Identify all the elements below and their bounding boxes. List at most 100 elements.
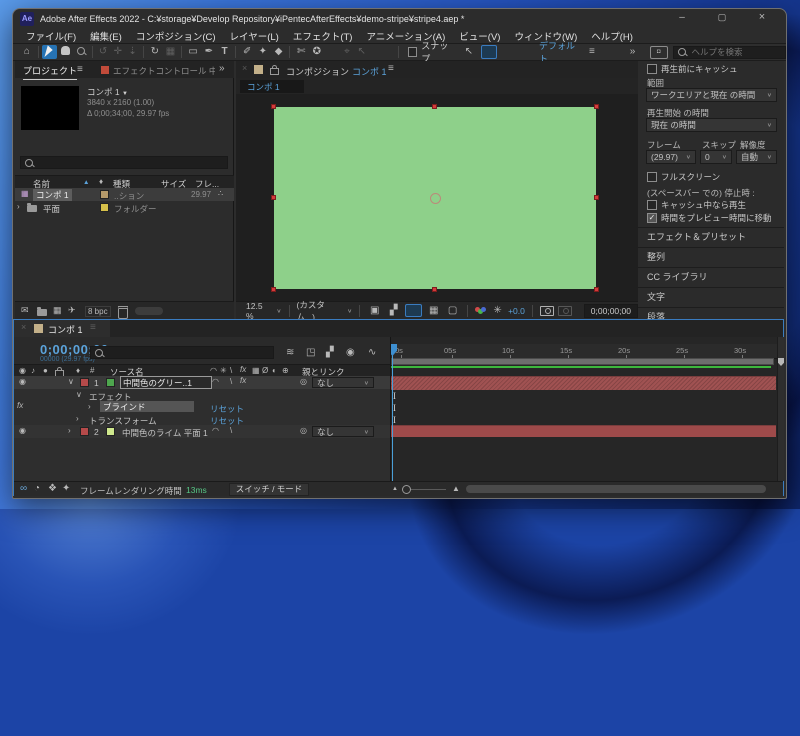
tab-close-icon[interactable]: ×	[21, 323, 26, 332]
cache-status-icon[interactable]: ◔	[34, 484, 40, 494]
transform-handle-mid-left[interactable]	[271, 195, 276, 200]
layer-name-editing[interactable]: 中間色のグリー..1	[120, 376, 212, 389]
motion-blur-icon[interactable]: ◉	[346, 348, 355, 358]
fullscreen-checkbox[interactable]	[647, 172, 657, 182]
solid-color-swatch[interactable]	[106, 427, 115, 436]
layer-name[interactable]: 中間色のライム 平面 1	[122, 427, 208, 439]
panel-cc-libraries[interactable]: CC ライブラリ	[638, 267, 784, 285]
3d-switch-icon[interactable]: ⊕	[282, 367, 289, 375]
project-row-comp[interactable]: ▦ コンポ 1 ..ション 29.97 ∴	[15, 188, 234, 201]
expand-icon[interactable]: ›	[17, 203, 20, 211]
maximize-button[interactable]: ▢	[708, 13, 736, 22]
effect-name-selected[interactable]: ブラインド	[100, 401, 194, 412]
cache-before-play-row[interactable]: 再生前にキャッシュ	[647, 63, 738, 75]
orbit-camera-tool[interactable]: ↺	[96, 47, 111, 57]
frame-rate-dropdown[interactable]: (29.97) ∨	[646, 150, 696, 164]
horizontal-scrollbar[interactable]	[466, 485, 766, 493]
video-column-icon[interactable]: ◉	[19, 367, 26, 375]
fullscreen-row[interactable]: フルスクリーン	[647, 171, 720, 183]
tab-effect-controls[interactable]: エフェクトコントロール 中間色...	[113, 65, 215, 77]
draft-3d-icon[interactable]: ◳	[306, 348, 315, 358]
type-tool[interactable]: T	[217, 47, 233, 57]
new-folder-icon[interactable]	[37, 307, 47, 316]
brush-tool[interactable]: ✐	[239, 47, 255, 57]
label-column-icon[interactable]: ♦	[76, 367, 80, 375]
tab-project[interactable]: プロジェクト	[23, 64, 78, 80]
expand-icon[interactable]: ›	[88, 403, 91, 411]
play-from-dropdown[interactable]: 現在 の時間 ∨	[646, 118, 777, 132]
collapse-switch-icon[interactable]: ✳	[220, 367, 227, 375]
menu-view[interactable]: ビュー(V)	[452, 29, 507, 43]
rotation-tool[interactable]: ↻	[147, 47, 163, 57]
current-time-display[interactable]: 0;00;00;00	[583, 303, 638, 318]
eye-icon[interactable]: ◉	[19, 427, 26, 435]
fx-switch-icon[interactable]: fx	[240, 366, 246, 374]
transform-handle-top-right[interactable]	[594, 104, 599, 109]
sort-ascending-icon[interactable]: ▲	[83, 179, 89, 186]
rectangle-tool[interactable]: ▭	[185, 47, 201, 57]
pick-whip-icon[interactable]: ◎	[300, 378, 307, 386]
transform-handle-top-center[interactable]	[432, 104, 437, 109]
transform-handle-top-left[interactable]	[271, 104, 276, 109]
project-search-input[interactable]	[37, 156, 223, 169]
new-composition-icon[interactable]: ▦	[53, 306, 62, 315]
roto-brush-tool[interactable]: ✄	[293, 47, 309, 57]
puppet-pin-tool[interactable]: ✪	[309, 47, 325, 57]
menu-effect[interactable]: エフェクト(T)	[286, 29, 360, 43]
expand-icon[interactable]: ∨	[68, 378, 74, 386]
dolly-camera-tool[interactable]: ⇣	[125, 47, 140, 57]
shy-toggle-icon[interactable]: ◠	[212, 427, 219, 435]
label-column-icon[interactable]: ♦	[99, 178, 103, 186]
time-ruler[interactable]: 0s 05s 10s 15s 20s 25s 30s	[391, 344, 777, 359]
play-while-caching-checkbox[interactable]	[647, 200, 657, 210]
selected-item-name[interactable]: コンポ 1 ▼	[87, 86, 128, 98]
clone-stamp-tool[interactable]: ✦	[255, 47, 271, 57]
lock-icon[interactable]	[270, 65, 279, 75]
zoom-in-mountain-icon[interactable]: ▲	[452, 485, 460, 493]
exposure-value[interactable]: +0.0	[508, 306, 525, 316]
panel-menu-icon[interactable]: ≡	[77, 65, 83, 75]
solo-column-icon[interactable]: ●	[43, 367, 48, 375]
anchor-point[interactable]	[427, 190, 444, 207]
pick-whip-icon[interactable]: ◎	[300, 427, 307, 435]
quality-switch-icon[interactable]: \	[230, 367, 232, 375]
zoom-level-dropdown[interactable]: 12.5 %	[246, 301, 272, 321]
zoom-out-mountain-icon[interactable]: ▲	[392, 486, 398, 492]
pen-tool[interactable]: ✒	[201, 47, 217, 57]
region-of-interest-icon[interactable]	[405, 304, 423, 317]
grid-guides-icon[interactable]: ▣	[367, 305, 382, 316]
exposure-icon[interactable]: ✳	[491, 305, 504, 316]
range-dropdown[interactable]: ワークエリアと現在 の時間 ∨	[646, 88, 777, 102]
project-settings-icon[interactable]: ✈	[68, 306, 76, 315]
timeline-tab-comp1[interactable]: × コンポ 1 ≡	[14, 320, 110, 337]
timeline-right-gutter[interactable]	[777, 337, 784, 481]
adjustment-switch-icon[interactable]: ◐	[272, 367, 277, 375]
motion-blur-switch-icon[interactable]: Ø	[262, 367, 268, 375]
viewer-tab-comp1[interactable]: コンポ 1	[240, 80, 304, 93]
workspace-menu-icon[interactable]: ≡	[585, 47, 600, 57]
comp-marker-bin-icon[interactable]	[778, 358, 784, 366]
project-item-name[interactable]: 平面	[43, 203, 60, 215]
label-swatch[interactable]	[80, 378, 89, 387]
tab-menu-icon[interactable]: ≡	[90, 323, 96, 333]
expand-icon[interactable]: ∨	[76, 391, 82, 399]
transform-handle-bottom-left[interactable]	[271, 287, 276, 292]
layer-1-duration-bar[interactable]	[391, 376, 776, 390]
project-item-name[interactable]: コンポ 1	[33, 189, 72, 201]
solid-color-swatch[interactable]	[106, 378, 115, 387]
layer-2-duration-bar[interactable]	[391, 425, 776, 437]
close-button[interactable]: ×	[748, 12, 776, 23]
panel-effects-presets[interactable]: エフェクト＆プリセット	[638, 227, 784, 245]
transform-handle-mid-right[interactable]	[594, 195, 599, 200]
label-swatch[interactable]	[100, 190, 109, 199]
effect-blind-row[interactable]: fx › ブラインド リセット	[14, 401, 390, 414]
eye-icon[interactable]: ◉	[19, 378, 26, 386]
switches-modes-button[interactable]: スイッチ / モード	[229, 483, 309, 496]
transform-handle-bottom-center[interactable]	[432, 287, 437, 292]
live-update-icon[interactable]: ✦	[62, 484, 70, 494]
view-layout-icon[interactable]: ▢	[445, 305, 460, 316]
fx-toggle-icon[interactable]: fx	[240, 377, 246, 385]
panel-character[interactable]: 文字	[638, 287, 784, 305]
axis-mode-tool[interactable]: ↖	[354, 47, 369, 57]
trash-icon[interactable]	[118, 306, 128, 319]
